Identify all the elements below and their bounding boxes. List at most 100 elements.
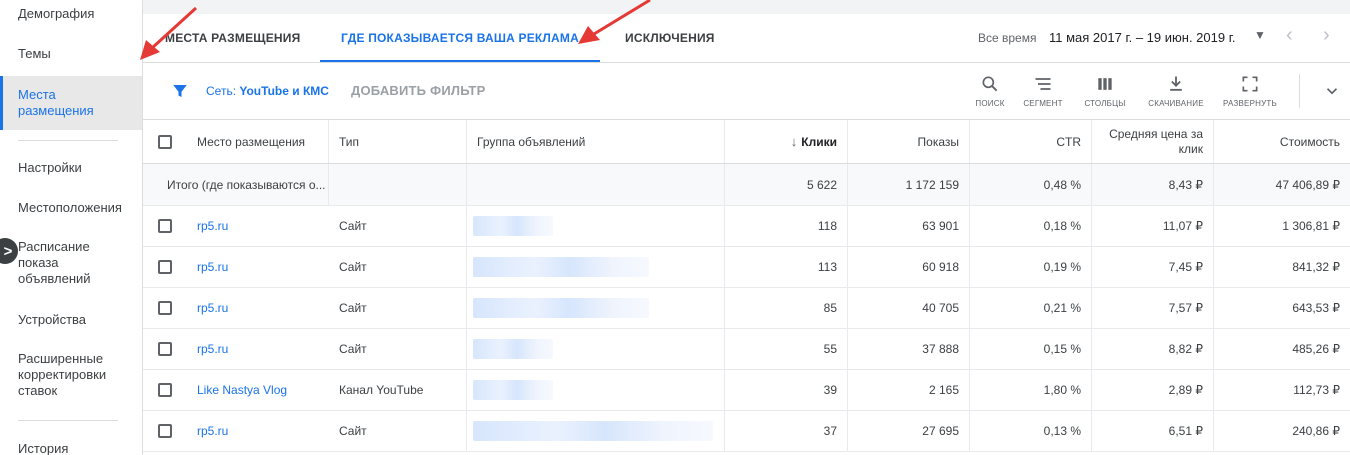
- row-checkbox[interactable]: [158, 342, 172, 356]
- column-header-placement[interactable]: Место размещения: [187, 120, 329, 163]
- type-cell: Сайт: [329, 288, 467, 328]
- date-prev-button[interactable]: ‹: [1286, 25, 1293, 45]
- column-header-type[interactable]: Тип: [329, 120, 467, 163]
- table-header-row: Место размещения Тип Группа объявлений ↓…: [143, 120, 1350, 164]
- clicks-cell: 85: [725, 288, 848, 328]
- search-icon: [982, 76, 998, 92]
- ctr-cell: 1,80 %: [970, 370, 1092, 410]
- row-checkbox[interactable]: [158, 219, 172, 233]
- type-cell: Канал YouTube: [329, 370, 467, 410]
- sidebar-item-placements[interactable]: Места размещения: [0, 76, 142, 130]
- date-next-button[interactable]: ›: [1323, 25, 1330, 45]
- redacted-ad-group: [473, 339, 553, 359]
- column-header-cost[interactable]: Стоимость: [1214, 120, 1350, 163]
- row-checkbox[interactable]: [158, 424, 172, 438]
- tab-placements[interactable]: МЕСТА РАЗМЕЩЕНИЯ: [165, 14, 300, 62]
- tab-where-ads-showed[interactable]: ГДЕ ПОКАЗЫВАЕТСЯ ВАША РЕКЛАМА: [320, 14, 600, 62]
- download-icon: [1170, 76, 1182, 91]
- row-select-cell: [143, 411, 187, 451]
- redacted-ad-group: [473, 421, 713, 441]
- table-row[interactable]: rp5.ru Сайт 37 27 695 0,13 % 6,51 ₽ 240,…: [143, 411, 1350, 452]
- placement-cell: Like Nastya Vlog: [187, 370, 329, 410]
- placement-link[interactable]: rp5.ru: [197, 260, 228, 274]
- sidebar-item-demographics[interactable]: Демография: [0, 6, 142, 22]
- fullscreen-button[interactable]: РАЗВЕРНУТЬ: [1219, 74, 1281, 108]
- chevron-down-icon[interactable]: [1323, 82, 1341, 100]
- table-row[interactable]: Like Nastya Vlog Канал YouTube 39 2 165 …: [143, 370, 1350, 411]
- table-total-row: Итого (где показываются о... 5 622 1 172…: [143, 164, 1350, 206]
- select-all-checkbox[interactable]: [158, 134, 172, 149]
- add-filter-button[interactable]: ДОБАВИТЬ ФИЛЬТР: [351, 83, 485, 98]
- sidebar-item-settings[interactable]: Настройки: [0, 160, 142, 176]
- network-filter-chip[interactable]: Сеть: YouTube и КМС: [206, 84, 329, 98]
- total-ad-group-cell: [467, 164, 725, 205]
- table-row[interactable]: rp5.ru Сайт 85 40 705 0,21 % 7,57 ₽ 643,…: [143, 288, 1350, 329]
- chevron-right-icon: >: [3, 242, 13, 260]
- sidebar-item-ad-schedule[interactable]: Расписание показа объявлений: [0, 239, 142, 287]
- sidebar-item-topics[interactable]: Темы: [0, 46, 142, 62]
- tab-exclusions[interactable]: ИСКЛЮЧЕНИЯ: [625, 14, 715, 62]
- sidebar-item-devices[interactable]: Устройства: [0, 312, 142, 328]
- placement-link[interactable]: Like Nastya Vlog: [197, 383, 287, 397]
- left-nav-sidebar: Демография Темы Места размещения Настрой…: [0, 0, 143, 455]
- ctr-cell: 0,18 %: [970, 206, 1092, 246]
- ctr-cell: 0,15 %: [970, 329, 1092, 369]
- date-range-picker[interactable]: 11 мая 2017 г. – 19 июн. 2019 г.: [1049, 30, 1235, 45]
- column-header-ctr[interactable]: CTR: [970, 120, 1092, 163]
- sidebar-item-locations[interactable]: Местоположения: [0, 200, 142, 216]
- ad-group-cell[interactable]: [467, 411, 725, 451]
- columns-icon: [1098, 78, 1112, 90]
- clicks-cell: 39: [725, 370, 848, 410]
- total-clicks: 5 622: [725, 164, 848, 205]
- sidebar-item-history[interactable]: История: [0, 441, 142, 455]
- dropdown-caret-icon[interactable]: ▼: [1254, 28, 1266, 42]
- ad-group-cell[interactable]: [467, 329, 725, 369]
- table-row[interactable]: rp5.ru Сайт 55 37 888 0,15 % 8,82 ₽ 485,…: [143, 329, 1350, 370]
- total-cost: 47 406,89 ₽: [1275, 177, 1340, 192]
- clicks-cell: 118: [725, 206, 848, 246]
- segment-button[interactable]: СЕГМЕНТ: [1012, 74, 1074, 108]
- column-header-impressions[interactable]: Показы: [848, 120, 970, 163]
- ad-group-cell[interactable]: [467, 288, 725, 328]
- filter-icon[interactable]: [171, 82, 189, 100]
- clicks-cell: 55: [725, 329, 848, 369]
- placement-link[interactable]: rp5.ru: [197, 342, 228, 356]
- sidebar-item-bid-adjustments[interactable]: Расширенные корректировки ставок: [0, 351, 142, 399]
- type-cell: Сайт: [329, 411, 467, 451]
- table-row[interactable]: rp5.ru Сайт 118 63 901 0,18 % 11,07 ₽ 1 …: [143, 206, 1350, 247]
- column-header-clicks[interactable]: ↓ Клики: [725, 120, 848, 163]
- redacted-ad-group: [473, 298, 649, 318]
- ad-group-cell[interactable]: [467, 206, 725, 246]
- clicks-cell: 37: [725, 411, 848, 451]
- ctr-cell: 0,21 %: [970, 288, 1092, 328]
- table-row[interactable]: rp5.ru Сайт 113 60 918 0,19 % 7,45 ₽ 841…: [143, 247, 1350, 288]
- ad-group-cell[interactable]: [467, 370, 725, 410]
- placement-link[interactable]: rp5.ru: [197, 301, 228, 315]
- cost-cell: 841,32 ₽: [1292, 260, 1340, 274]
- network-filter-value: YouTube и КМС: [239, 84, 329, 98]
- column-header-ad-group[interactable]: Группа объявлений: [467, 120, 725, 163]
- ad-group-cell[interactable]: [467, 247, 725, 287]
- table-toolbar: Сеть: YouTube и КМС ДОБАВИТЬ ФИЛЬТР ПОИС…: [143, 64, 1350, 120]
- columns-button[interactable]: СТОЛБЦЫ: [1074, 74, 1136, 108]
- impressions-cell: 27 695: [848, 411, 970, 451]
- impressions-cell: 37 888: [848, 329, 970, 369]
- ctr-cell: 0,19 %: [970, 247, 1092, 287]
- placement-link[interactable]: rp5.ru: [197, 424, 228, 438]
- placement-link[interactable]: rp5.ru: [197, 219, 228, 233]
- row-checkbox[interactable]: [158, 260, 172, 274]
- column-header-avg-cpc[interactable]: Средняя цена за клик: [1092, 120, 1214, 163]
- fullscreen-button-label: РАЗВЕРНУТЬ: [1223, 99, 1277, 108]
- row-checkbox[interactable]: [158, 301, 172, 315]
- download-button[interactable]: СКАЧИВАНИЕ: [1145, 74, 1207, 108]
- total-label: Итого (где показываются о...: [143, 164, 329, 205]
- redacted-ad-group: [473, 380, 553, 400]
- type-cell: Сайт: [329, 247, 467, 287]
- network-filter-label: Сеть:: [206, 84, 240, 98]
- impressions-cell: 40 705: [848, 288, 970, 328]
- avg-cpc-cell: 8,82 ₽: [1092, 329, 1214, 369]
- row-checkbox[interactable]: [158, 383, 172, 397]
- row-select-cell: [143, 206, 187, 246]
- type-cell: Сайт: [329, 329, 467, 369]
- placement-cell: rp5.ru: [187, 411, 329, 451]
